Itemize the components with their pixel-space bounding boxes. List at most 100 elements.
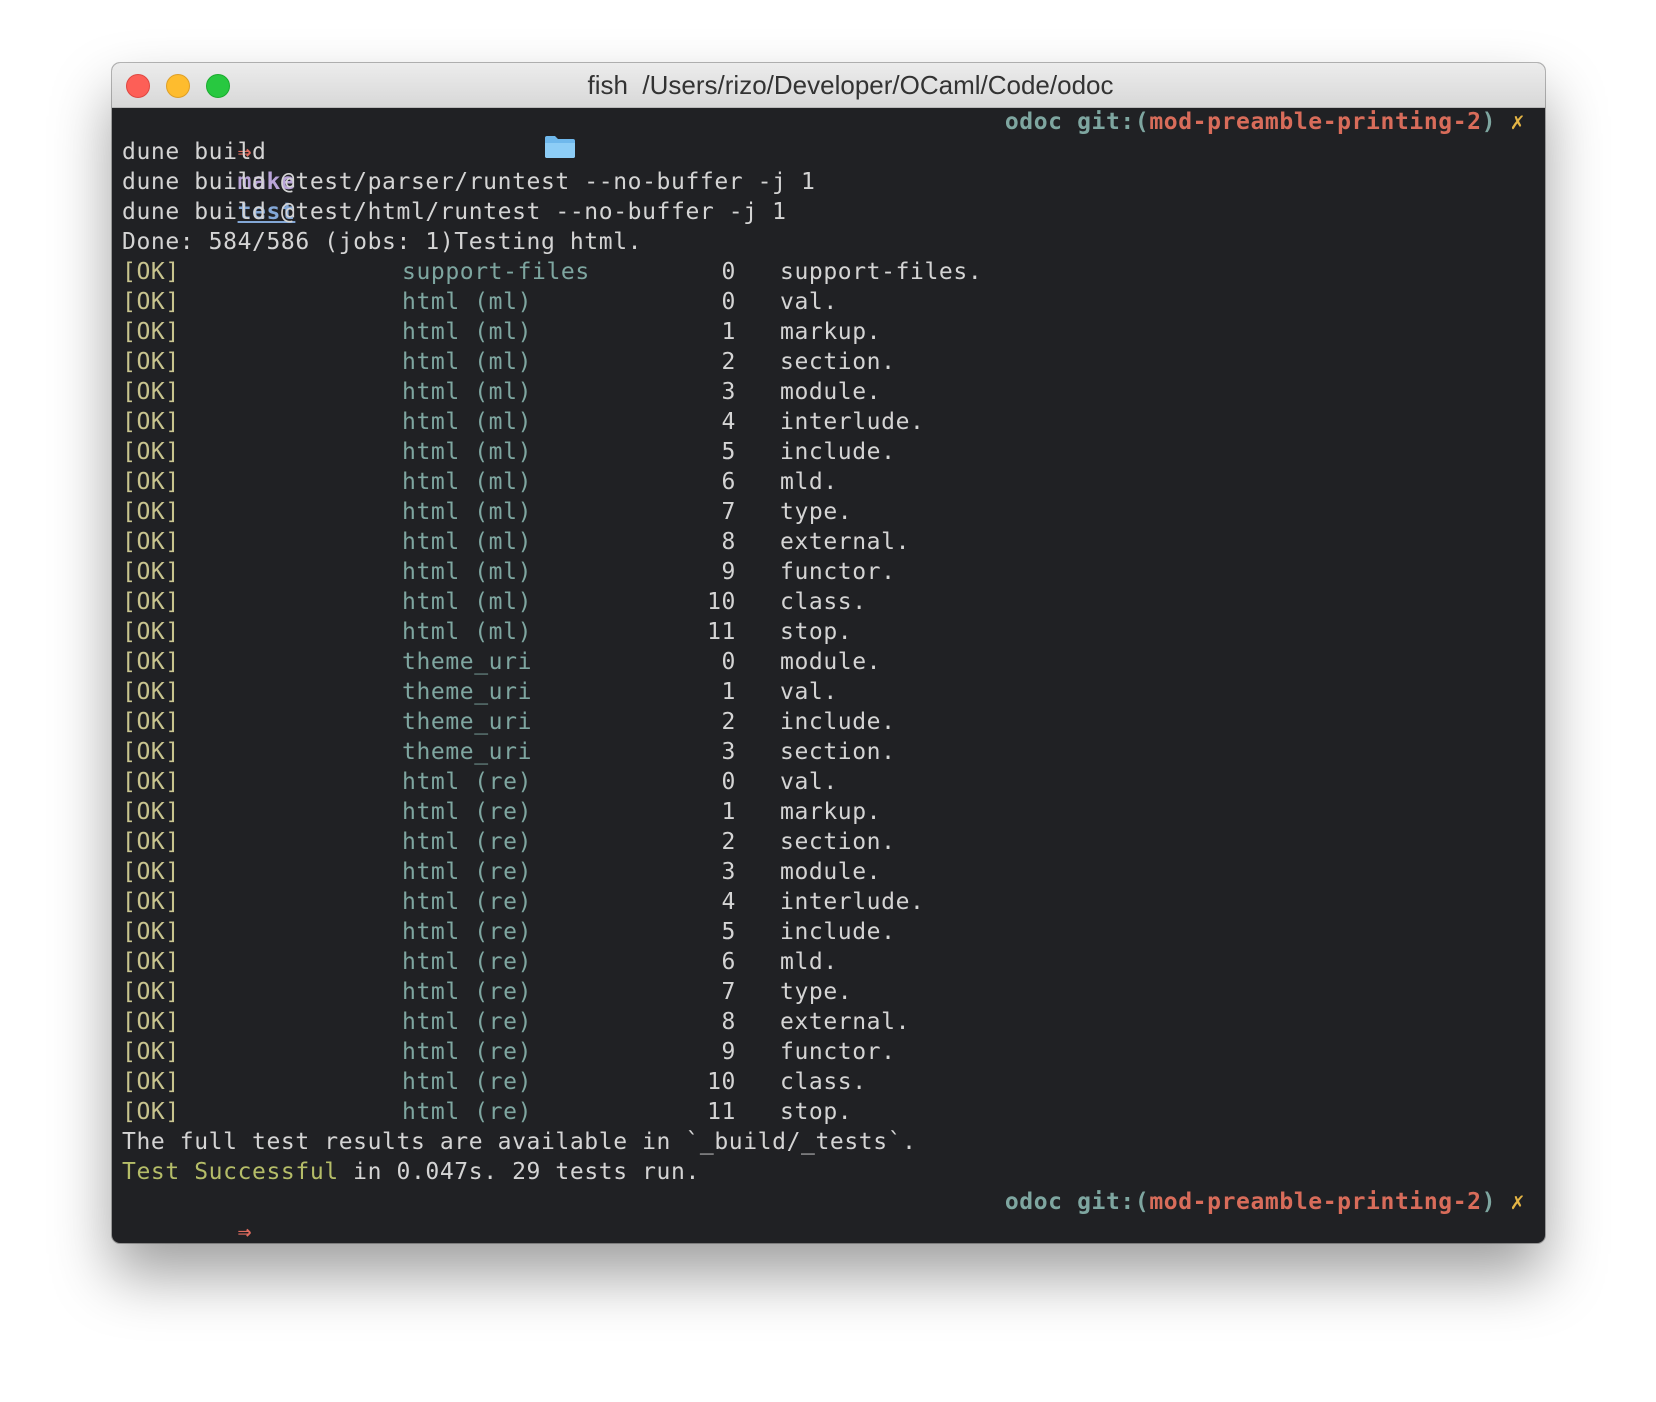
test-result-row: [OK] theme_uri 2 include. bbox=[122, 707, 1535, 737]
test-result-row: [OK] html (re) 7 type. bbox=[122, 977, 1535, 1007]
result-status: [OK] bbox=[122, 529, 180, 555]
result-suite: support-files bbox=[402, 259, 590, 285]
result-description: module. bbox=[780, 859, 882, 885]
result-suite: html (re) bbox=[402, 1039, 533, 1065]
test-results: [OK] support-files 0 support-files. [OK] html… bbox=[122, 257, 1535, 1127]
result-description: mld. bbox=[780, 949, 838, 975]
result-suite: html (ml) bbox=[402, 499, 533, 525]
result-suite: html (re) bbox=[402, 829, 533, 855]
result-description: class. bbox=[780, 1069, 867, 1095]
test-result-row: [OK] theme_uri 0 module. bbox=[122, 647, 1535, 677]
result-status: [OK] bbox=[122, 1099, 180, 1125]
result-description: val. bbox=[780, 289, 838, 315]
result-number: 10 bbox=[707, 1069, 736, 1095]
result-status: [OK] bbox=[122, 889, 180, 915]
output-line: dune build @test/html/runtest --no-buffe… bbox=[122, 199, 787, 225]
result-suite: html (ml) bbox=[402, 469, 533, 495]
result-status: [OK] bbox=[122, 319, 180, 345]
output-line: Done: 584/586 (jobs: 1)Testing html. bbox=[122, 229, 643, 255]
result-status: [OK] bbox=[122, 859, 180, 885]
result-description: type. bbox=[780, 499, 853, 525]
result-number: 6 bbox=[721, 949, 736, 975]
result-suite: html (re) bbox=[402, 979, 533, 1005]
result-description: support-files. bbox=[780, 259, 983, 285]
result-number: 11 bbox=[707, 1099, 736, 1125]
result-status: [OK] bbox=[122, 949, 180, 975]
result-status: [OK] bbox=[122, 349, 180, 375]
result-number: 2 bbox=[721, 829, 736, 855]
result-number: 3 bbox=[721, 859, 736, 885]
result-status: [OK] bbox=[122, 589, 180, 615]
prompt-branch: mod-preamble-printing-2 bbox=[1149, 109, 1482, 135]
result-description: section. bbox=[780, 739, 896, 765]
test-result-row: [OK] html (ml) 10 class. bbox=[122, 587, 1535, 617]
result-suite: html (re) bbox=[402, 1099, 533, 1125]
result-status: [OK] bbox=[122, 829, 180, 855]
result-description: section. bbox=[780, 349, 896, 375]
result-description: mld. bbox=[780, 469, 838, 495]
result-suite: html (ml) bbox=[402, 349, 533, 375]
result-status: [OK] bbox=[122, 919, 180, 945]
test-result-row: [OK] html (re) 10 class. bbox=[122, 1067, 1535, 1097]
result-description: val. bbox=[780, 769, 838, 795]
test-result-row: [OK] html (re) 11 stop. bbox=[122, 1097, 1535, 1127]
prompt-git: git:( bbox=[1077, 109, 1150, 135]
result-description: external. bbox=[780, 1009, 911, 1035]
test-result-row: [OK] html (ml) 9 functor. bbox=[122, 557, 1535, 587]
result-number: 3 bbox=[721, 379, 736, 405]
result-status: [OK] bbox=[122, 469, 180, 495]
result-suite: html (ml) bbox=[402, 409, 533, 435]
result-suite: html (re) bbox=[402, 859, 533, 885]
result-number: 0 bbox=[721, 649, 736, 675]
test-result-row: [OK] html (re) 0 val. bbox=[122, 767, 1535, 797]
test-result-row: [OK] html (ml) 4 interlude. bbox=[122, 407, 1535, 437]
terminal-content[interactable]: ⇒ make test odoc git:(mod-preamble-print… bbox=[122, 107, 1535, 1243]
result-description: include. bbox=[780, 439, 896, 465]
result-description: functor. bbox=[780, 1039, 896, 1065]
result-suite: html (re) bbox=[402, 949, 533, 975]
result-number: 4 bbox=[721, 889, 736, 915]
prompt-branch: mod-preamble-printing-2 bbox=[1149, 1189, 1482, 1215]
dirty-mark-icon: ✗ bbox=[1510, 109, 1525, 135]
right-prompt: odoc git:(mod-preamble-printing-2) ✗ bbox=[1004, 109, 1525, 135]
folder-icon bbox=[544, 73, 576, 158]
title-bar[interactable]: fish /Users/rizo/Developer/OCaml/Code/od… bbox=[112, 63, 1545, 158]
result-status: [OK] bbox=[122, 679, 180, 705]
result-number: 8 bbox=[721, 1009, 736, 1035]
result-status: [OK] bbox=[122, 559, 180, 585]
result-status: [OK] bbox=[122, 1009, 180, 1035]
result-suite: html (ml) bbox=[402, 619, 533, 645]
prompt-line: ⇒ make test odoc git:(mod-preamble-print… bbox=[122, 107, 1535, 225]
result-suite: html (re) bbox=[402, 769, 533, 795]
result-status: [OK] bbox=[122, 619, 180, 645]
result-number: 2 bbox=[721, 709, 736, 735]
result-number: 0 bbox=[721, 259, 736, 285]
test-result-row: [OK] html (re) 2 section. bbox=[122, 827, 1535, 857]
result-number: 1 bbox=[721, 799, 736, 825]
dirty-mark-icon: ✗ bbox=[1510, 1189, 1525, 1215]
result-suite: html (re) bbox=[402, 919, 533, 945]
result-description: interlude. bbox=[780, 889, 925, 915]
result-description: module. bbox=[780, 379, 882, 405]
result-number: 10 bbox=[707, 589, 736, 615]
result-status: [OK] bbox=[122, 499, 180, 525]
test-result-row: [OK] theme_uri 3 section. bbox=[122, 737, 1535, 767]
result-description: stop. bbox=[780, 619, 853, 645]
result-status: [OK] bbox=[122, 409, 180, 435]
result-description: type. bbox=[780, 979, 853, 1005]
output-line: dune build @test/parser/runtest --no-buf… bbox=[122, 169, 816, 195]
result-suite: html (ml) bbox=[402, 559, 533, 585]
result-status: [OK] bbox=[122, 289, 180, 315]
result-description: markup. bbox=[780, 319, 882, 345]
result-suite: html (ml) bbox=[402, 529, 533, 555]
result-number: 9 bbox=[721, 1039, 736, 1065]
prompt-line-current[interactable]: ⇒ odoc git:(mod-preamble-printing-2) ✗ bbox=[122, 1187, 1535, 1243]
result-number: 0 bbox=[721, 289, 736, 315]
result-status: [OK] bbox=[122, 979, 180, 1005]
result-suite: html (ml) bbox=[402, 289, 533, 315]
result-suite: theme_uri bbox=[402, 679, 533, 705]
result-status: [OK] bbox=[122, 379, 180, 405]
test-result-row: [OK] html (re) 9 functor. bbox=[122, 1037, 1535, 1067]
result-number: 4 bbox=[721, 409, 736, 435]
success-label: Test Successful bbox=[122, 1159, 339, 1185]
